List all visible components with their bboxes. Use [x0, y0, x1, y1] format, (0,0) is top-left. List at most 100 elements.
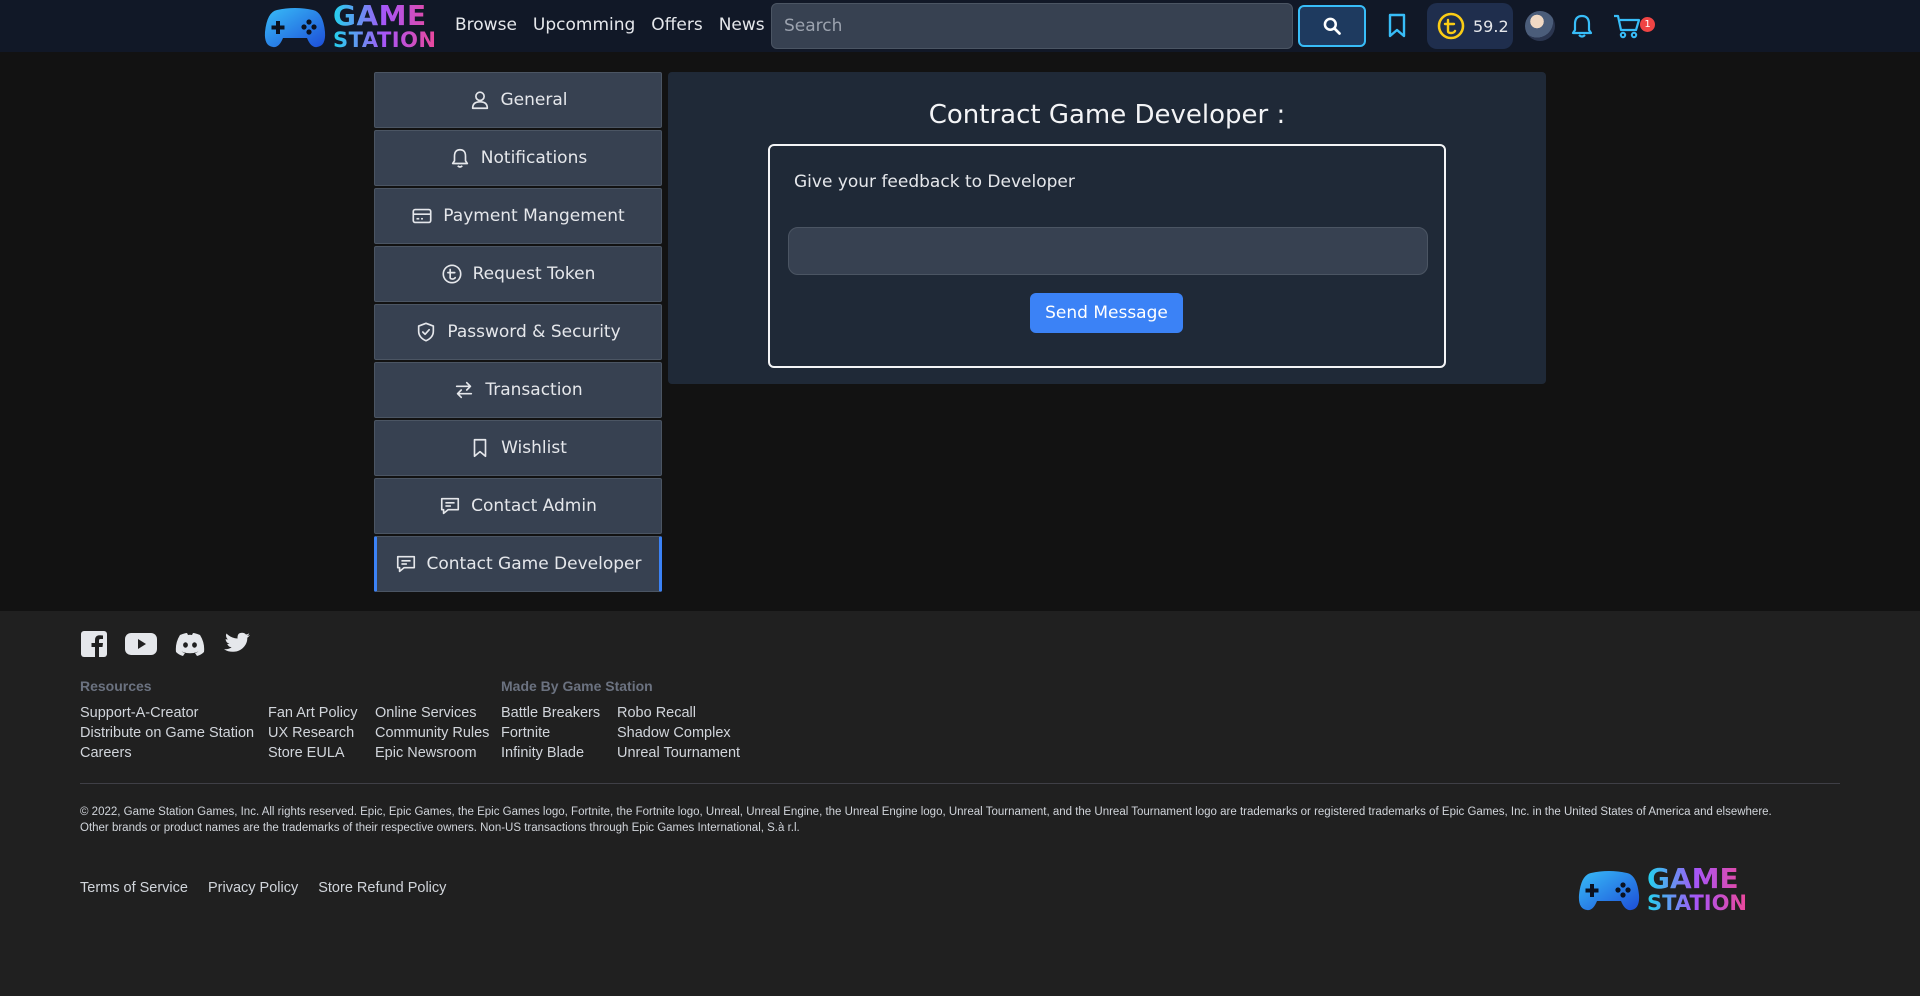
- sidebar-item-label: Wishlist: [501, 438, 567, 458]
- main-nav: Browse Upcomming Offers News: [455, 15, 781, 35]
- footer-logo[interactable]: GAME STATION: [1577, 865, 1747, 914]
- youtube-link[interactable]: [124, 630, 158, 658]
- sidebar-item-wishlist[interactable]: Wishlist: [374, 420, 662, 476]
- user-icon: [471, 91, 488, 110]
- credit-card-icon: [412, 208, 432, 224]
- token-icon: [442, 264, 462, 284]
- sidebar-item-payment[interactable]: Payment Mangement: [374, 188, 662, 244]
- top-navbar: GAME STATION Browse Upcomming Offers New…: [0, 0, 1920, 52]
- bookmark-icon: [473, 438, 487, 458]
- cart-button[interactable]: [1610, 11, 1644, 41]
- sidebar-item-contact-admin[interactable]: Contact Admin: [374, 478, 662, 534]
- send-message-button[interactable]: Send Message: [1030, 293, 1183, 333]
- bell-icon: [451, 148, 468, 168]
- facebook-icon: [81, 631, 107, 658]
- settings-sidebar: General Notifications Payment Mangement …: [374, 72, 662, 594]
- sidebar-item-label: Request Token: [472, 264, 596, 284]
- token-balance[interactable]: 59.2: [1427, 3, 1513, 49]
- footer-link[interactable]: Online Services: [375, 705, 489, 721]
- nav-news[interactable]: News: [719, 15, 765, 35]
- contact-developer-panel: Contract Game Developer : Give your feed…: [668, 72, 1546, 384]
- cart-icon: [1614, 14, 1641, 39]
- sidebar-item-notifications[interactable]: Notifications: [374, 130, 662, 186]
- sidebar-item-label: Contact Admin: [471, 496, 597, 516]
- sidebar-item-contact-game-developer[interactable]: Contact Game Developer: [374, 536, 662, 592]
- avatar[interactable]: [1525, 11, 1555, 41]
- facebook-link[interactable]: [80, 630, 108, 658]
- nav-upcomming[interactable]: Upcomming: [533, 15, 635, 35]
- footer-link[interactable]: Support-A-Creator: [80, 705, 254, 721]
- nav-browse[interactable]: Browse: [455, 15, 517, 35]
- sidebar-item-label: Payment Mangement: [443, 206, 625, 226]
- sidebar-item-transaction[interactable]: Transaction: [374, 362, 662, 418]
- footer: Resources Made By Game Station Support-A…: [0, 611, 1920, 996]
- footer-link[interactable]: Infinity Blade: [501, 745, 600, 761]
- privacy-policy-link[interactable]: Privacy Policy: [208, 880, 298, 896]
- footer-divider: [80, 783, 1840, 784]
- token-icon: [1437, 12, 1465, 40]
- made-by-heading: Made By Game Station: [501, 678, 653, 694]
- game-station-logo[interactable]: GAME STATION: [263, 2, 437, 51]
- footer-link[interactable]: Robo Recall: [617, 705, 740, 721]
- search-icon: [1323, 17, 1341, 35]
- logo-line-2: STATION: [1647, 891, 1748, 915]
- footer-link[interactable]: Unreal Tournament: [617, 745, 740, 761]
- legal-links: Terms of Service Privacy Policy Store Re…: [80, 880, 446, 896]
- sidebar-item-request-token[interactable]: Request Token: [374, 246, 662, 302]
- footer-link[interactable]: Careers: [80, 745, 254, 761]
- footer-link[interactable]: Distribute on Game Station: [80, 725, 254, 741]
- footer-link[interactable]: Epic Newsroom: [375, 745, 489, 761]
- chat-icon: [396, 555, 415, 573]
- sidebar-item-label: Transaction: [485, 380, 583, 400]
- footer-link[interactable]: Community Rules: [375, 725, 489, 741]
- shield-icon: [418, 322, 435, 342]
- logo-line-1: GAME: [1647, 865, 1747, 893]
- nav-offers[interactable]: Offers: [651, 15, 702, 35]
- feedback-card: Give your feedback to Developer Send Mes…: [768, 144, 1446, 368]
- search-button[interactable]: [1298, 5, 1366, 47]
- wishlist-nav-button[interactable]: [1383, 12, 1411, 40]
- gamepad-icon: [1578, 870, 1640, 910]
- feedback-input[interactable]: [788, 227, 1428, 275]
- chat-icon: [441, 497, 460, 515]
- bookmark-icon: [1388, 13, 1406, 38]
- store-refund-policy-link[interactable]: Store Refund Policy: [318, 880, 446, 896]
- sidebar-item-general[interactable]: General: [374, 72, 662, 128]
- feedback-label: Give your feedback to Developer: [794, 172, 1075, 192]
- social-links: [80, 630, 252, 658]
- gamepad-icon: [264, 7, 326, 47]
- resources-heading: Resources: [80, 678, 152, 694]
- youtube-icon: [125, 633, 157, 655]
- twitter-link[interactable]: [222, 630, 252, 658]
- footer-link[interactable]: Shadow Complex: [617, 725, 740, 741]
- resources-column-2: Fan Art Policy UX Research Store EULA: [268, 705, 357, 761]
- footer-link[interactable]: Fortnite: [501, 725, 600, 741]
- cart-count-badge: 1: [1640, 17, 1655, 32]
- footer-link[interactable]: Store EULA: [268, 745, 357, 761]
- sidebar-item-label: General: [500, 90, 568, 110]
- transfer-arrows-icon: [456, 381, 473, 399]
- logo-wordmark: GAME STATION: [333, 2, 437, 51]
- sidebar-item-label: Contact Game Developer: [426, 554, 642, 574]
- page-title: Contract Game Developer :: [928, 100, 1286, 130]
- legal-text: © 2022, Game Station Games, Inc. All rig…: [80, 806, 1772, 834]
- footer-link[interactable]: Battle Breakers: [501, 705, 600, 721]
- logo-line-1: GAME: [333, 2, 437, 30]
- made-by-column-1: Battle Breakers Fortnite Infinity Blade: [501, 705, 600, 761]
- discord-link[interactable]: [174, 630, 206, 658]
- sidebar-item-label: Password & Security: [447, 322, 621, 342]
- twitter-icon: [224, 632, 250, 652]
- notifications-nav-button[interactable]: [1568, 12, 1596, 40]
- made-by-column-2: Robo Recall Shadow Complex Unreal Tourna…: [617, 705, 740, 761]
- footer-link[interactable]: UX Research: [268, 725, 357, 741]
- resources-column-3: Online Services Community Rules Epic New…: [375, 705, 489, 761]
- resources-column-1: Support-A-Creator Distribute on Game Sta…: [80, 705, 254, 761]
- footer-link[interactable]: Fan Art Policy: [268, 705, 357, 721]
- search-input[interactable]: [771, 3, 1293, 49]
- logo-line-2: STATION: [333, 28, 437, 52]
- sidebar-item-label: Notifications: [480, 148, 588, 168]
- logo-wordmark: GAME STATION: [1647, 865, 1747, 914]
- sidebar-item-security[interactable]: Password & Security: [374, 304, 662, 360]
- token-amount: 59.2: [1473, 16, 1509, 36]
- terms-of-service-link[interactable]: Terms of Service: [80, 880, 188, 896]
